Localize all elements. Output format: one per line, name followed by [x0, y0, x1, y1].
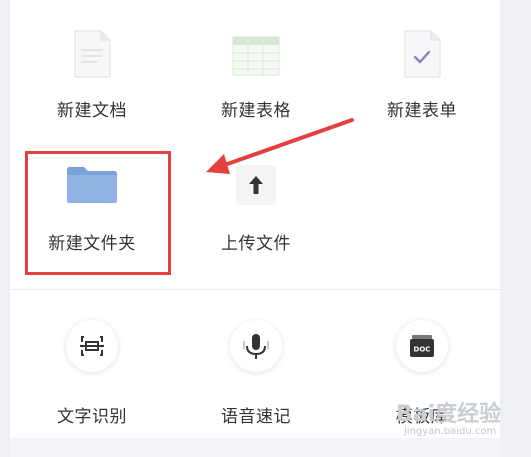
new-doc-button[interactable]: 新建文档 — [22, 28, 162, 123]
doc-template-icon: DOC — [410, 335, 434, 357]
new-doc-label: 新建文档 — [57, 101, 127, 121]
microphone-icon-circle — [230, 320, 282, 372]
voice-note-button[interactable]: 语音速记 — [186, 320, 326, 430]
scan-icon-circle — [66, 320, 118, 372]
new-sheet-button[interactable]: 新建表格 — [186, 28, 326, 123]
doc-file-icon — [74, 30, 111, 78]
text-recognition-label: 文字识别 — [57, 407, 127, 427]
baidu-watermark: Bai度经验 jingyan.baidu.com — [396, 396, 526, 446]
spreadsheet-file-icon — [232, 36, 280, 76]
watermark-url: jingyan.baidu.com — [404, 426, 497, 437]
voice-note-label: 语音速记 — [221, 407, 291, 427]
form-file-icon — [404, 30, 441, 78]
pointer-arrow — [206, 118, 354, 174]
doc-template-icon-circle: DOC — [396, 320, 448, 372]
text-recognition-button[interactable]: 文字识别 — [22, 320, 162, 430]
new-form-button[interactable]: 新建表单 — [352, 28, 492, 123]
highlight-box — [25, 151, 171, 275]
section-divider — [10, 289, 500, 290]
watermark-brand: Bai度经验 — [396, 402, 502, 427]
new-form-label: 新建表单 — [387, 101, 457, 121]
upload-file-label: 上传文件 — [221, 234, 291, 254]
microphone-icon — [243, 334, 269, 359]
doc-badge-text: DOC — [414, 346, 431, 354]
scan-icon — [80, 336, 104, 356]
